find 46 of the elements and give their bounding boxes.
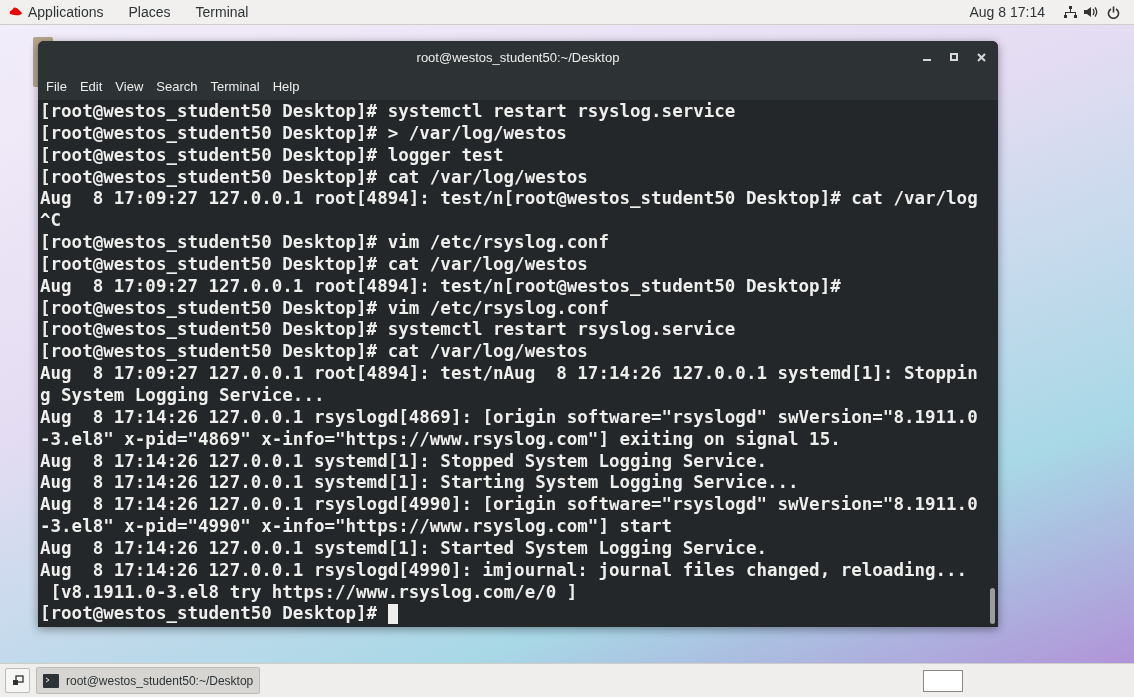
menu-item[interactable]: Terminal (210, 77, 260, 97)
menu-item[interactable]: Edit (79, 77, 103, 97)
terminal-line: ^C (40, 210, 63, 233)
top-bar-menu[interactable]: Applications (28, 1, 104, 23)
close-icon (976, 52, 986, 62)
terminal-line: g System Logging Service... (40, 384, 326, 407)
terminal-line: [root@westos_student50 Desktop]# cat /var/log/westos (40, 166, 589, 189)
network-icon[interactable] (1064, 5, 1077, 19)
window-title: root@westos_student50:~/Desktop (416, 49, 620, 65)
terminal-line: Aug 8 17:14:26 127.0.0.1 systemd[1]: Started System Logging Service. (40, 537, 768, 560)
terminal-line: [v8.1911.0-3.el8 try https://www.rsyslog.com/e/0 ] (49, 581, 579, 604)
terminal-line: Aug 8 17:14:26 127.0.0.1 rsyslogd[4869]: [origin software="rsyslogd" swVersion="8.1911.0 (40, 406, 979, 429)
terminal-line: Aug 8 17:14:26 127.0.0.1 rsyslogd[4990]: imjournal: journal files changed, reloading... (40, 559, 969, 582)
terminal-line: [root@westos_student50 Desktop]# systemctl restart rsyslog.service (40, 319, 737, 342)
menu-item[interactable]: Search (156, 77, 198, 97)
terminal-prompt: [root@westos_student50 Desktop]# (40, 603, 379, 626)
terminal-line: Aug 8 17:14:26 127.0.0.1 systemd[1]: Stopped System Logging Service. (40, 450, 768, 473)
terminal-line: Aug 8 17:14:26 127.0.0.1 systemd[1]: Starting System Logging Service... (40, 472, 800, 495)
terminal-line: Aug 8 17:09:27 127.0.0.1 root[4894]: test/n[root@westos_student50 Desktop]# cat /var/log (40, 188, 979, 211)
power-icon[interactable] (1107, 5, 1120, 19)
menu-item[interactable]: View (115, 77, 144, 97)
terminal-line: [root@westos_student50 Desktop]# cat /var/log/westos (40, 253, 589, 276)
volume-icon[interactable] (1084, 6, 1099, 18)
menu-item[interactable]: Help (272, 77, 300, 97)
windows-icon (11, 674, 24, 687)
terminal-icon (43, 673, 59, 688)
terminal-line: [root@westos_student50 Desktop]# vim /etc/rsyslog.conf (40, 297, 610, 320)
terminal-line: [root@westos_student50 Desktop]# cat /var/log/westos (40, 341, 589, 364)
terminal-line: -3.el8" x-pid="4990" x-info="https://www.rsyslog.com"] start (40, 516, 674, 538)
terminal-line: Aug 8 17:09:27 127.0.0.1 root[4894]: test/nAug 8 17:14:26 127.0.0.1 systemd[1]: Stoppin (40, 363, 979, 385)
terminal-line: [root@westos_student50 Desktop]# systemctl restart rsyslog.service (40, 101, 737, 123)
text-cursor (387, 604, 398, 625)
clock[interactable]: Aug 8 17:14 (969, 1, 1045, 23)
maximize-icon (950, 53, 958, 61)
terminal-line: [root@westos_student50 Desktop]# vim /etc/rsyslog.conf (40, 232, 610, 254)
top-bar-menu[interactable]: Terminal (195, 1, 249, 23)
show-desktop-button[interactable] (5, 668, 30, 693)
terminal-line: [root@westos_student50 Desktop]# > /var/log/westos (40, 122, 568, 145)
terminal-line: -3.el8" x-pid="4869" x-info="https://www.rsyslog.com"] exiting on signal 15. (40, 428, 842, 451)
menu-item[interactable]: File (46, 77, 67, 97)
taskbar-item[interactable]: root@westos_student50:~/Desktop (36, 667, 261, 694)
workspace-switcher[interactable] (923, 669, 963, 692)
terminal-line: Aug 8 17:09:27 127.0.0.1 root[4894]: test/n[root@westos_student50 Desktop]# (40, 275, 842, 298)
terminal-line: Aug 8 17:14:26 127.0.0.1 rsyslogd[4990]: [origin software="rsyslogd" swVersion="8.1911.0 (40, 494, 979, 517)
top-bar-menu[interactable]: Places (128, 1, 171, 23)
terminal-line: [root@westos_student50 Desktop]# logger test (40, 144, 505, 167)
